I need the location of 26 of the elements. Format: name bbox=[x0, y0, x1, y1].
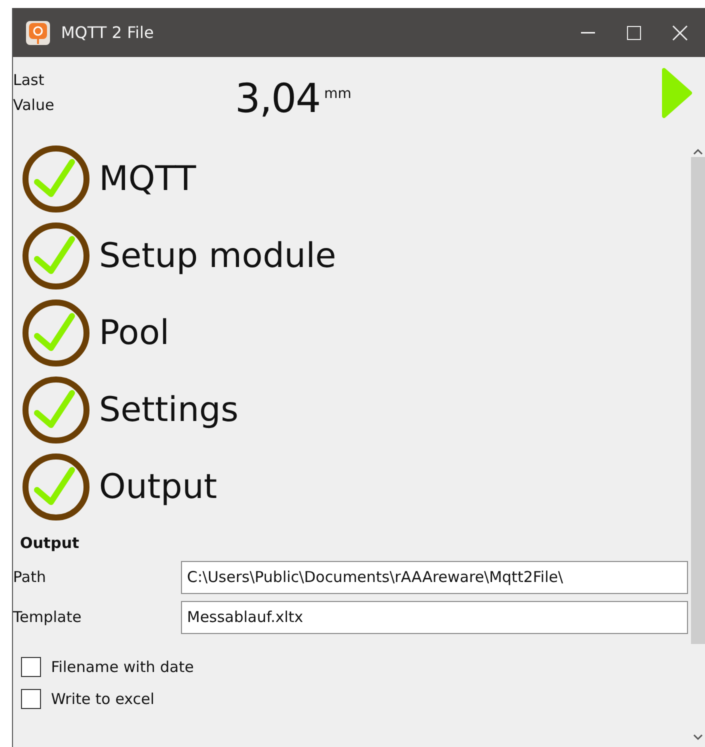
checkbox[interactable] bbox=[21, 689, 41, 709]
step-label: Output bbox=[99, 466, 218, 506]
section-heading: Output bbox=[20, 534, 80, 552]
minimize-icon bbox=[581, 32, 595, 34]
input-field[interactable]: Messablauf.xltx bbox=[181, 600, 688, 634]
maximize-icon bbox=[627, 26, 641, 40]
window-title: MQTT 2 File bbox=[61, 23, 155, 42]
step-label: Pool bbox=[99, 312, 170, 352]
field-label: Path bbox=[13, 568, 47, 586]
checkbox-label: Write to excel bbox=[51, 690, 154, 708]
input-field[interactable]: C:\Users\Public\Documents\rAAAreware\Mqtt2File\ bbox=[181, 560, 688, 594]
step-label: MQTT bbox=[99, 158, 196, 198]
scroll-down-icon[interactable] bbox=[692, 734, 702, 741]
last-value-label: Last bbox=[13, 70, 46, 91]
step-label: Settings bbox=[99, 390, 238, 430]
app-icon bbox=[26, 20, 50, 44]
checkbox[interactable] bbox=[21, 657, 41, 677]
checkbox-label: Filename with date bbox=[51, 658, 194, 676]
close-icon bbox=[672, 24, 688, 40]
scroll-up-icon[interactable] bbox=[692, 148, 702, 155]
unit-label: mm bbox=[324, 86, 352, 102]
scrollbar-thumb[interactable] bbox=[690, 157, 704, 644]
last-value-label: Value bbox=[13, 95, 56, 116]
value-reading: 3,04 bbox=[235, 76, 320, 122]
step-label: Setup module bbox=[99, 236, 336, 276]
field-label: Template bbox=[13, 608, 82, 626]
